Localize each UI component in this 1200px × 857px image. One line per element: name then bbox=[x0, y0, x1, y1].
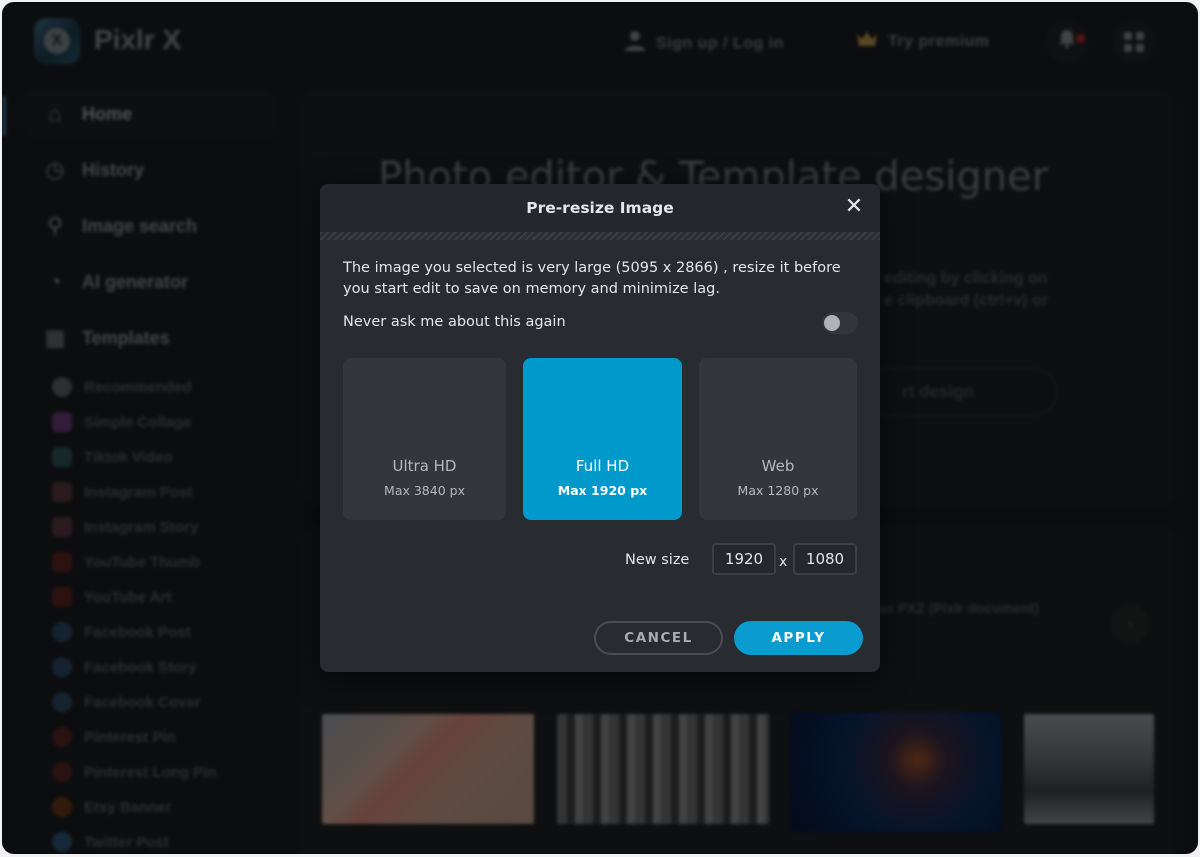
height-input[interactable] bbox=[793, 543, 857, 575]
option-subtitle: Max 1920 px bbox=[557, 483, 648, 498]
option-title: Web bbox=[761, 457, 795, 475]
cancel-button[interactable]: CANCEL bbox=[594, 621, 723, 655]
dialog-message: The image you selected is very large (50… bbox=[343, 260, 841, 297]
header-divider bbox=[320, 232, 880, 240]
apply-button[interactable]: APPLY bbox=[734, 621, 863, 655]
option-subtitle: Max 3840 px bbox=[384, 483, 465, 498]
option-subtitle: Max 1280 px bbox=[737, 483, 819, 498]
dialog-title: Pre-resize Image bbox=[526, 199, 674, 217]
option-title: Ultra HD bbox=[392, 457, 457, 475]
option-full-hd[interactable]: Full HD Max 1920 px bbox=[523, 358, 682, 520]
pre-resize-dialog: Pre-resize Image ✕ The image you selecte… bbox=[320, 184, 880, 672]
close-icon[interactable]: ✕ bbox=[842, 196, 866, 220]
option-ultra-hd[interactable]: Ultra HD Max 3840 px bbox=[343, 358, 506, 520]
new-size-label: New size bbox=[625, 552, 690, 568]
never-ask-toggle[interactable] bbox=[822, 312, 858, 334]
width-input[interactable] bbox=[712, 543, 776, 575]
never-ask-label: Never ask me about this again bbox=[343, 314, 566, 330]
toggle-knob bbox=[824, 315, 840, 331]
size-separator: x bbox=[779, 554, 788, 570]
dialog-header: Pre-resize Image ✕ bbox=[320, 184, 880, 232]
option-title: Full HD bbox=[575, 457, 630, 475]
option-web[interactable]: Web Max 1280 px bbox=[699, 358, 857, 520]
